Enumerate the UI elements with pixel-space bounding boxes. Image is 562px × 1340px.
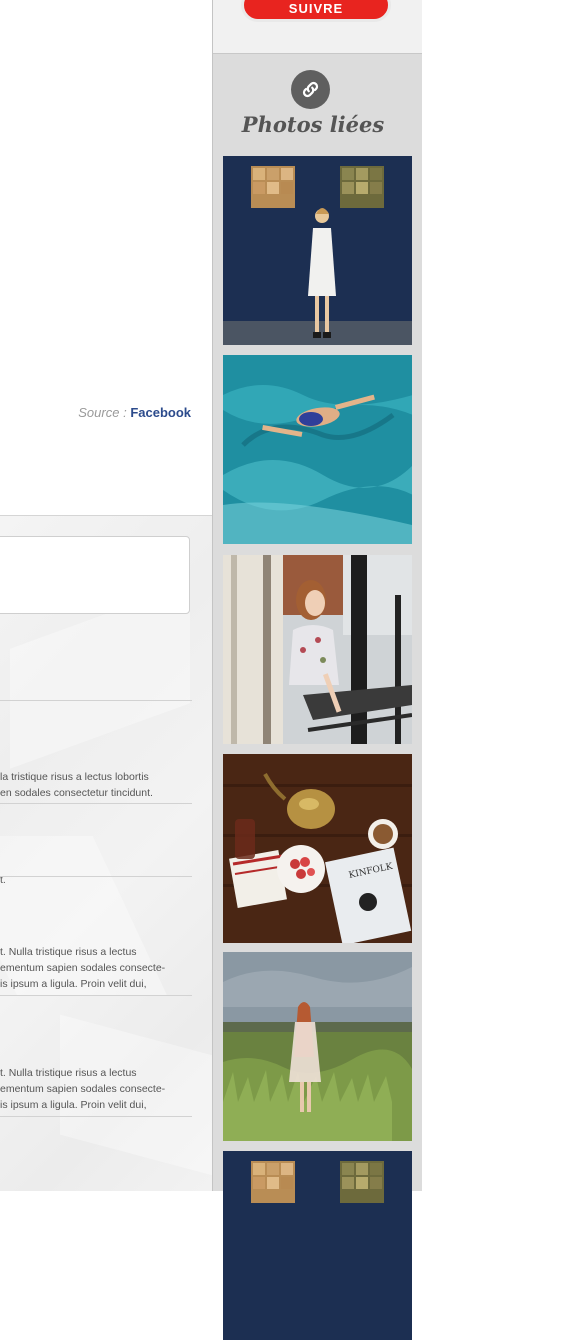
related-photo[interactable] [223,555,412,744]
comment-text: t. Nulla tristique risus a lectus ementum… [0,1067,166,1111]
sidebar: SUIVRE Photos liées KINFOLK [212,0,422,1340]
comment-text: t. [0,874,6,886]
source-label: Source : [78,405,127,420]
link-icon [291,70,330,109]
related-photos-title: Photos liées [241,112,385,137]
main-content: Source : Facebook la tristique risus a l… [0,0,212,1191]
related-photo[interactable]: KINFOLK [223,754,412,943]
related-photo[interactable] [223,156,412,345]
post-area: Source : Facebook [0,0,212,515]
comment-divider [0,1116,192,1117]
source-link[interactable]: Facebook [130,405,191,420]
comment-text: t. Nulla tristique risus a lectus ementum… [0,946,166,990]
comment-text: la tristique risus a lectus lobortis en s… [0,771,153,799]
related-photo[interactable] [223,952,412,1141]
comment-divider [0,876,192,877]
comment-input[interactable] [0,536,190,614]
follow-panel: SUIVRE [213,0,422,54]
comments-section: la tristique risus a lectus lobortis en s… [0,516,212,1191]
comment-divider [0,700,192,701]
related-photo[interactable] [223,1151,412,1340]
comment-divider [0,995,192,996]
follow-button[interactable]: SUIVRE [241,0,391,22]
source-credit: Source : Facebook [78,405,191,420]
related-photo[interactable] [223,355,412,544]
comment-divider [0,803,192,804]
